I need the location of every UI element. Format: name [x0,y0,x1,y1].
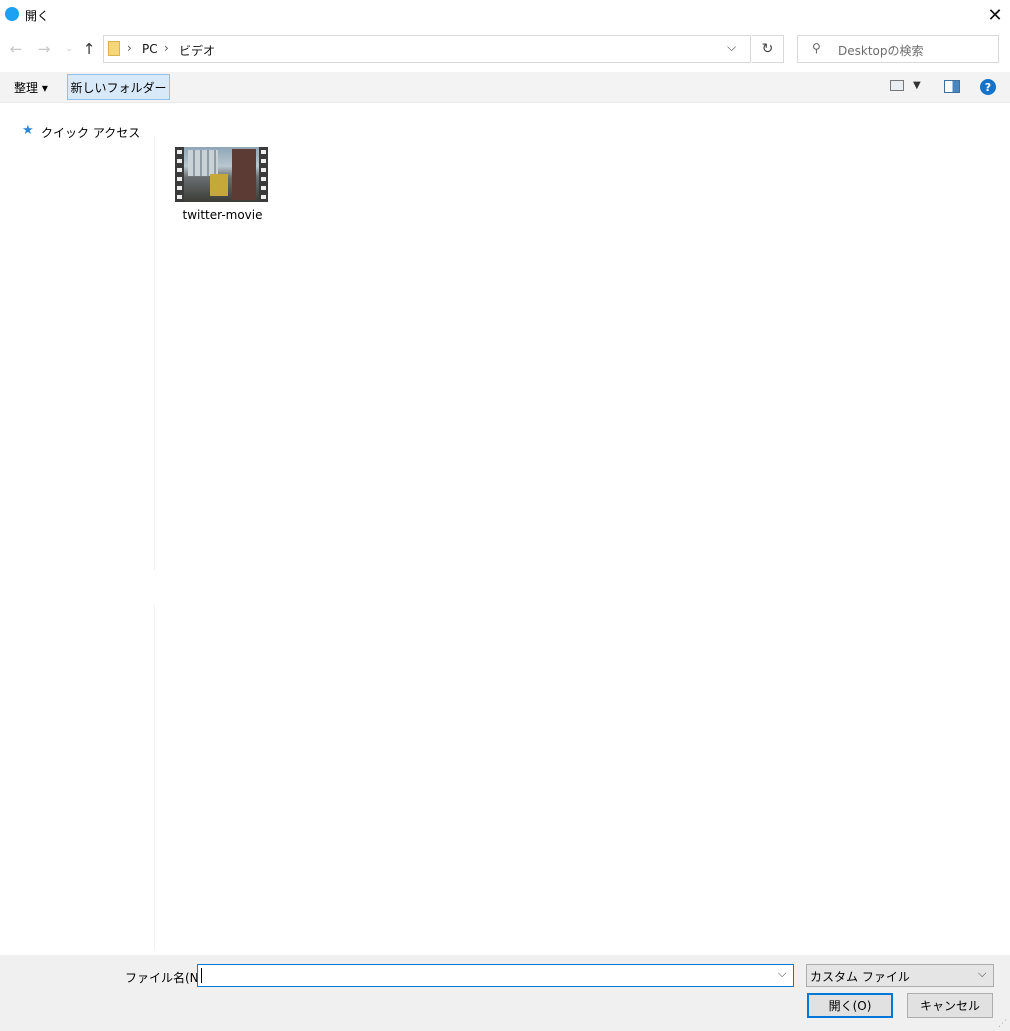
chevron-down-icon[interactable]: ⌄ [60,40,78,58]
help-icon[interactable]: ? [980,79,996,95]
arrow-left-icon[interactable]: ← [7,40,25,58]
organize-button[interactable]: 整理 ▾ [14,79,48,96]
resize-grip-icon[interactable]: ⋰ [998,1019,1007,1029]
breadcrumb-pc[interactable]: PC [142,42,158,56]
breadcrumb-separator: › [164,41,169,55]
breadcrumb-separator: › [127,41,132,55]
address-dropdown-icon[interactable]: ⌵ [727,40,736,55]
arrow-up-icon[interactable]: ↑ [80,40,98,58]
text-caret [201,968,202,983]
film-strip [175,147,184,202]
arrow-right-icon[interactable]: → [35,40,53,58]
filename-dropdown-icon[interactable]: ⌵ [778,967,786,981]
twitter-app-icon [5,7,19,21]
sidebar-item-quick-access[interactable]: クイック アクセス [41,124,140,141]
video-frame-image [184,147,259,202]
breadcrumb-videos[interactable]: ビデオ [179,42,215,59]
search-placeholder: Desktopの検索 [838,44,924,58]
film-strip [259,147,268,202]
video-file-thumbnail[interactable] [175,147,268,202]
close-icon[interactable]: ✕ [980,2,1010,28]
new-folder-button[interactable]: 新しいフォルダー [67,74,170,100]
search-icon: ⚲ [812,41,821,55]
file-type-value: カスタム ファイル [810,970,910,984]
file-name-label[interactable]: twitter-movie [175,208,270,222]
filename-input[interactable] [197,964,794,987]
change-view-icon[interactable] [890,80,904,91]
view-dropdown-icon[interactable]: ▼ [913,80,921,91]
window-title: 開く [25,9,50,23]
preview-pane-icon[interactable] [944,80,960,93]
title-bar [0,0,1010,30]
open-button[interactable]: 開く(O) [807,993,893,1018]
star-icon: ★ [22,123,34,138]
file-type-dropdown-icon[interactable]: ⌵ [978,967,986,981]
cancel-button[interactable]: キャンセル [907,993,993,1018]
pane-divider[interactable] [154,605,155,950]
pane-divider[interactable] [154,136,155,570]
refresh-icon[interactable]: ↻ [752,35,784,63]
filename-label: ファイル名(N): [125,971,208,985]
folder-icon [108,41,120,56]
